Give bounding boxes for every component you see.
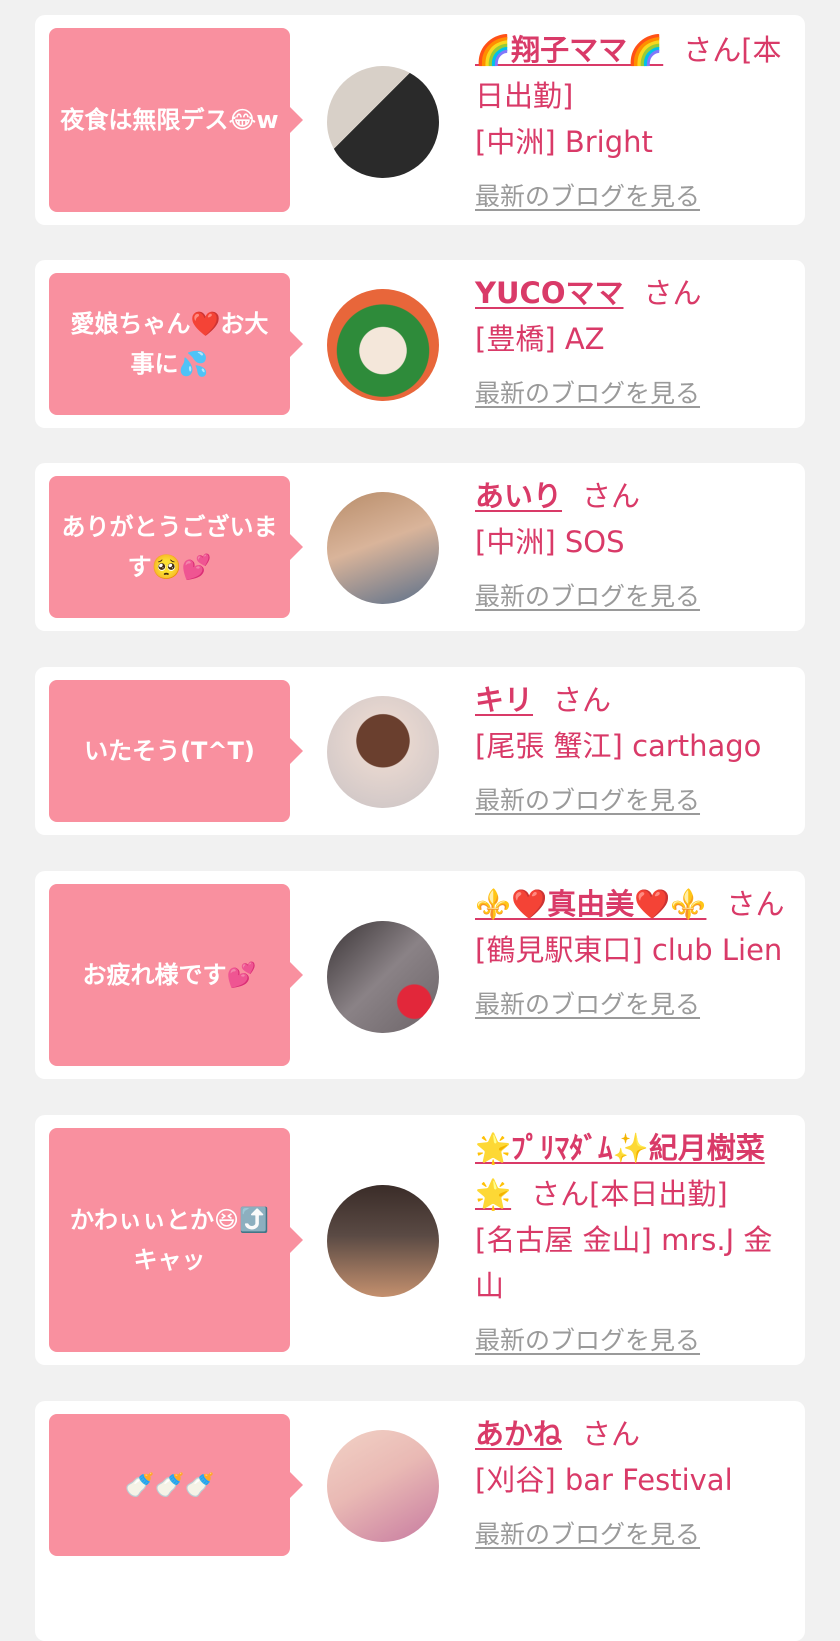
card-info: あかね さん [刈谷] bar Festival 最新のブログを見る	[475, 1411, 793, 1555]
card-info: 🌟ﾌﾟﾘﾏﾀﾞﾑ✨紀月樹菜🌟 さん[本日出勤] [名古屋 金山] mrs.J 金山…	[475, 1125, 793, 1361]
blog-comment-list: 夜食は無限デス😂w 🌈翔子ママ🌈 さん[本日出勤] [中洲] Bright 最新の…	[0, 0, 840, 1641]
name-link[interactable]: 🌈翔子ママ🌈	[475, 33, 663, 67]
message-bubble: ありがとうございます🥺💕	[49, 476, 303, 618]
name-link[interactable]: YUCOママ	[475, 276, 623, 310]
honorific-status: さん	[643, 276, 702, 310]
message-bubble: いたそう(T^T)	[49, 680, 303, 822]
shop-label: [名古屋 金山] mrs.J 金山	[475, 1223, 773, 1303]
shop-label: [刈谷] bar Festival	[475, 1463, 733, 1497]
avatar[interactable]	[327, 492, 439, 604]
shop-label: [尾張 蟹江] carthago	[475, 729, 762, 763]
avatar[interactable]	[327, 921, 439, 1033]
latest-blog-link[interactable]: 最新のブログを見る	[475, 1321, 793, 1361]
honorific-status: さん[本日出勤]	[531, 1177, 728, 1211]
avatar[interactable]	[327, 1185, 439, 1297]
latest-blog-link[interactable]: 最新のブログを見る	[475, 781, 793, 821]
blog-card: 夜食は無限デス😂w 🌈翔子ママ🌈 さん[本日出勤] [中洲] Bright 最新の…	[35, 15, 805, 225]
name-link[interactable]: あかね	[475, 1417, 562, 1451]
name-link[interactable]: ⚜️❤️真由美❤️⚜️	[475, 887, 706, 921]
honorific-status: さん	[582, 479, 641, 513]
card-info: キリ さん [尾張 蟹江] carthago 最新のブログを見る	[475, 677, 793, 821]
message-bubble: かわぃぃとか😆⤴️キャッ	[49, 1128, 303, 1352]
card-info: ⚜️❤️真由美❤️⚜️ さん [鶴見駅東口] club Lien 最新のブログを見…	[475, 881, 793, 1025]
honorific-status: さん	[726, 887, 785, 921]
blog-card: お疲れ様です💕 ⚜️❤️真由美❤️⚜️ さん [鶴見駅東口] club Lien …	[35, 871, 805, 1079]
name-link[interactable]: あいり	[475, 479, 562, 513]
latest-blog-link[interactable]: 最新のブログを見る	[475, 1515, 793, 1555]
avatar[interactable]	[327, 289, 439, 401]
message-bubble: 愛娘ちゃん❤️お大事に💦	[49, 273, 303, 415]
latest-blog-link[interactable]: 最新のブログを見る	[475, 177, 793, 217]
blog-card: 愛娘ちゃん❤️お大事に💦 YUCOママ さん [豊橋] AZ 最新のブログを見る	[35, 260, 805, 428]
card-info: 🌈翔子ママ🌈 さん[本日出勤] [中洲] Bright 最新のブログを見る	[475, 27, 793, 217]
honorific-status: さん	[553, 683, 612, 717]
honorific-status: さん	[582, 1417, 641, 1451]
card-info: あいり さん [中洲] SOS 最新のブログを見る	[475, 473, 793, 617]
shop-label: [豊橋] AZ	[475, 322, 605, 356]
name-link[interactable]: キリ	[475, 683, 533, 717]
message-bubble: 夜食は無限デス😂w	[49, 28, 303, 212]
shop-label: [中洲] Bright	[475, 125, 653, 159]
latest-blog-link[interactable]: 最新のブログを見る	[475, 577, 793, 617]
message-bubble: 🍼🍼🍼	[49, 1414, 303, 1556]
avatar[interactable]	[327, 1430, 439, 1542]
blog-card: ありがとうございます🥺💕 あいり さん [中洲] SOS 最新のブログを見る	[35, 463, 805, 631]
avatar[interactable]	[327, 66, 439, 178]
shop-label: [鶴見駅東口] club Lien	[475, 933, 783, 967]
blog-card: 🍼🍼🍼 あかね さん [刈谷] bar Festival 最新のブログを見る	[35, 1401, 805, 1641]
latest-blog-link[interactable]: 最新のブログを見る	[475, 374, 793, 414]
card-info: YUCOママ さん [豊橋] AZ 最新のブログを見る	[475, 270, 793, 414]
avatar[interactable]	[327, 696, 439, 808]
message-bubble: お疲れ様です💕	[49, 884, 303, 1066]
blog-card: かわぃぃとか😆⤴️キャッ 🌟ﾌﾟﾘﾏﾀﾞﾑ✨紀月樹菜🌟 さん[本日出勤] [名古屋…	[35, 1115, 805, 1365]
shop-label: [中洲] SOS	[475, 525, 625, 559]
blog-card: いたそう(T^T) キリ さん [尾張 蟹江] carthago 最新のブログを見…	[35, 667, 805, 835]
latest-blog-link[interactable]: 最新のブログを見る	[475, 985, 793, 1025]
